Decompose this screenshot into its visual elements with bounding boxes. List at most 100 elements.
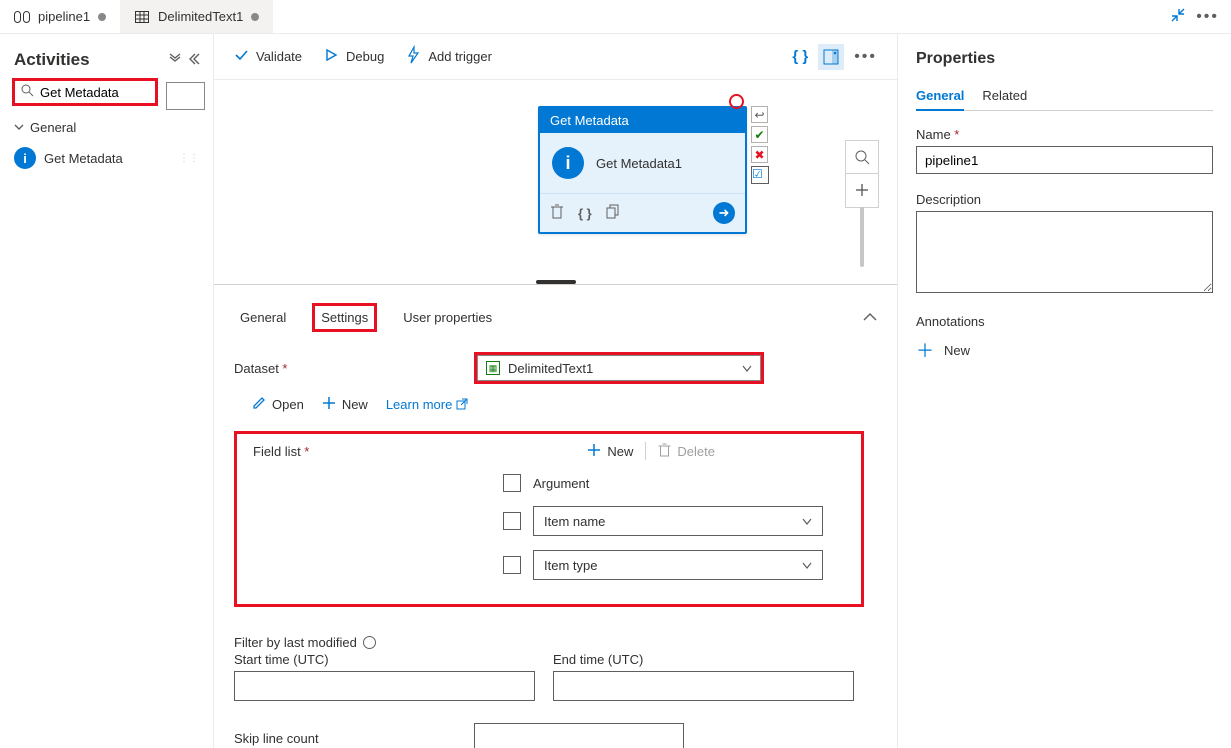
activities-search[interactable]	[12, 78, 158, 106]
validate-button[interactable]: Validate	[234, 48, 302, 65]
unsaved-dot-icon	[98, 13, 106, 21]
plus-icon	[587, 443, 601, 460]
argument-value: Item type	[544, 558, 597, 573]
dataset-icon: ▦	[486, 361, 500, 375]
activity-get-metadata[interactable]: i Get Metadata ⋮⋮	[8, 141, 205, 175]
expand-all-icon[interactable]	[169, 53, 181, 68]
play-icon	[324, 48, 338, 65]
table-icon	[134, 10, 150, 24]
dataset-select[interactable]: ▦ DelimitedText1	[474, 352, 764, 384]
pencil-icon	[252, 396, 266, 413]
editor-tabbar: pipeline1 DelimitedText1 •••	[0, 0, 1231, 34]
zoom-stem-icon	[860, 207, 864, 267]
row-checkbox[interactable]	[503, 512, 521, 530]
failure-handle-icon[interactable]: ✖	[751, 146, 768, 163]
info-icon[interactable]	[363, 636, 376, 649]
field-list-new-button[interactable]: New	[587, 443, 633, 460]
more-icon[interactable]: •••	[1196, 8, 1219, 26]
tab-delimitedtext1[interactable]: DelimitedText1	[120, 0, 273, 33]
divider	[645, 442, 646, 460]
pipeline-toolbar: Validate Debug Add trigger { } •••	[214, 34, 897, 80]
argument-select-1[interactable]: Item type	[533, 550, 823, 580]
config-tab-settings[interactable]: Settings	[312, 303, 377, 332]
description-textarea[interactable]	[916, 211, 1213, 293]
end-time-input[interactable]	[553, 671, 854, 701]
add-trigger-button[interactable]: Add trigger	[406, 47, 492, 66]
properties-panel: Properties General Related Name Descript…	[897, 34, 1231, 748]
drag-handle-icon: ⋮⋮	[179, 153, 199, 164]
pipeline-canvas[interactable]: Get Metadata i Get Metadata1 { }	[214, 80, 897, 280]
pipeline-name-input[interactable]	[916, 146, 1213, 174]
prop-tab-general[interactable]: General	[916, 82, 964, 111]
toolbar-more-icon[interactable]: •••	[854, 48, 877, 66]
unsaved-dot-icon	[251, 13, 259, 21]
prop-tab-related[interactable]: Related	[982, 82, 1027, 110]
trash-icon	[658, 443, 671, 460]
canvas-add-button[interactable]	[845, 174, 879, 208]
check-icon	[234, 48, 248, 65]
info-icon: i	[14, 147, 36, 169]
chevron-down-icon	[802, 514, 812, 529]
field-list-delete-button[interactable]: Delete	[658, 443, 715, 460]
name-label: Name	[916, 127, 1213, 142]
success-handle-icon[interactable]: ✔	[751, 126, 768, 143]
open-label: Open	[272, 397, 304, 412]
fl-delete-label: Delete	[677, 444, 715, 459]
row-checkbox[interactable]	[503, 556, 521, 574]
collapse-icon[interactable]	[1170, 7, 1186, 26]
validate-label: Validate	[256, 49, 302, 64]
open-dataset-button[interactable]: Open	[252, 396, 304, 413]
learn-more-link[interactable]: Learn more	[386, 397, 468, 412]
tab-pipeline1[interactable]: pipeline1	[0, 0, 120, 33]
field-list-label: Field list	[253, 444, 309, 459]
collapse-sidebar-icon[interactable]	[187, 53, 199, 68]
skip-line-label: Skip line count	[234, 731, 474, 746]
properties-title: Properties	[916, 50, 1213, 68]
chevron-down-icon	[802, 558, 812, 573]
completion-handle-icon[interactable]: ☑	[751, 166, 769, 184]
search-extra-box[interactable]	[166, 82, 205, 110]
fl-new-label: New	[607, 444, 633, 459]
end-time-label: End time (UTC)	[553, 652, 854, 667]
plus-icon	[322, 396, 336, 413]
config-tab-general[interactable]: General	[234, 306, 292, 329]
category-general[interactable]: General	[8, 114, 205, 141]
new-dataset-button[interactable]: New	[322, 396, 368, 413]
delete-icon[interactable]	[550, 204, 564, 222]
description-label: Description	[916, 192, 1213, 207]
new-label: New	[342, 397, 368, 412]
collapse-panel-icon[interactable]	[863, 310, 877, 325]
start-time-input[interactable]	[234, 671, 535, 701]
activity-node-get-metadata[interactable]: Get Metadata i Get Metadata1 { }	[538, 106, 747, 234]
copy-icon[interactable]	[606, 204, 620, 222]
activity-label: Get Metadata	[44, 151, 123, 166]
debug-button[interactable]: Debug	[324, 48, 384, 65]
activities-search-input[interactable]	[40, 85, 149, 100]
continue-icon[interactable]: ➜	[713, 202, 735, 224]
properties-toggle-button[interactable]	[818, 44, 844, 70]
code-icon[interactable]: { }	[578, 206, 592, 221]
add-trigger-label: Add trigger	[428, 49, 492, 64]
learn-more-label: Learn more	[386, 397, 452, 412]
pipeline-icon	[14, 10, 30, 24]
argument-select-0[interactable]: Item name	[533, 506, 823, 536]
canvas-search-button[interactable]	[845, 140, 879, 174]
debug-label: Debug	[346, 49, 384, 64]
skip-line-input[interactable]	[474, 723, 684, 748]
chevron-down-icon	[742, 361, 752, 376]
select-all-checkbox[interactable]	[503, 474, 521, 492]
activities-title: Activities	[14, 50, 90, 70]
activities-sidebar: Activities General	[0, 34, 214, 748]
skip-handle-icon[interactable]: ↩	[751, 106, 768, 123]
highlight-ring-icon	[729, 94, 744, 109]
search-icon	[21, 84, 34, 100]
node-header: Get Metadata	[540, 108, 745, 133]
argument-value: Item name	[544, 514, 605, 529]
add-annotation-button[interactable]: ＋ New	[916, 337, 1213, 363]
filter-label: Filter by last modified	[234, 635, 357, 650]
code-view-button[interactable]: { }	[792, 48, 808, 65]
plus-icon: ＋	[916, 337, 934, 363]
add-annotation-label: New	[944, 343, 970, 358]
node-status-handles: ↩ ✔ ✖ ☑	[751, 106, 769, 184]
config-tab-user-properties[interactable]: User properties	[397, 306, 498, 329]
